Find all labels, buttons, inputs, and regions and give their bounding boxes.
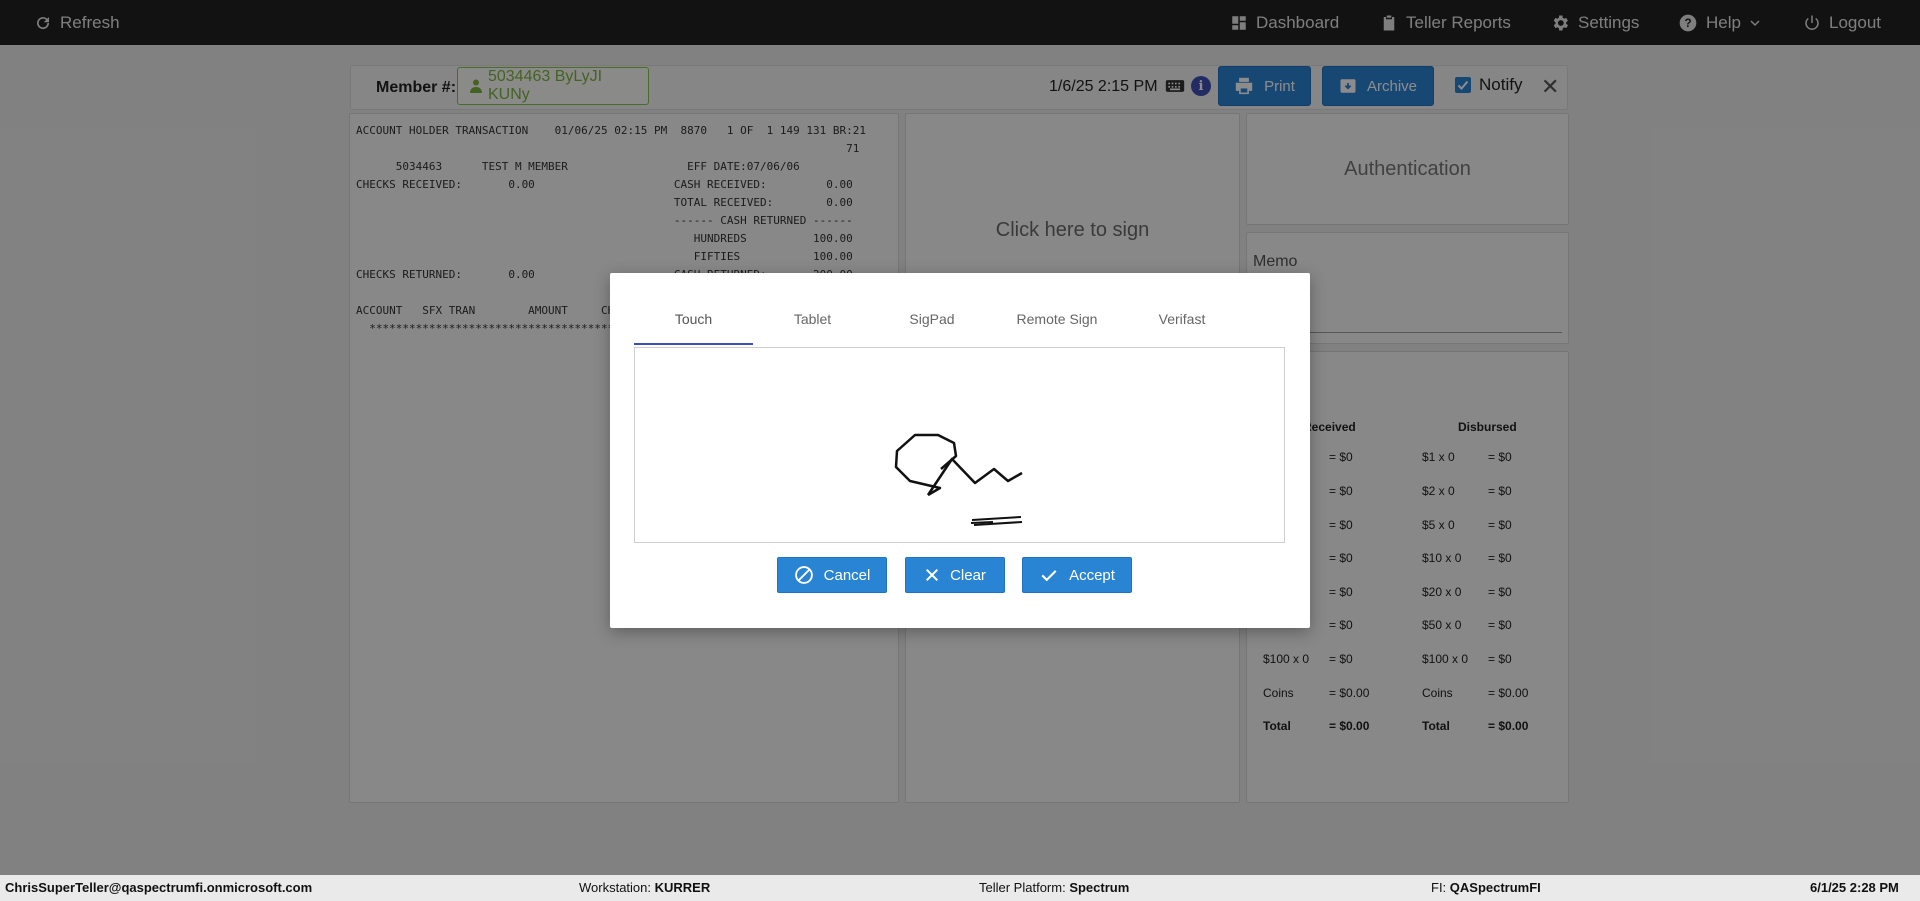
workstation-value: KURRER (654, 880, 711, 895)
accept-button[interactable]: Accept (1022, 557, 1132, 593)
footer-fi: FI: QASpectrumFI (1431, 880, 1541, 895)
signature-canvas[interactable] (634, 347, 1285, 543)
signature-dialog: Touch Tablet SigPad Remote Sign Verifast… (610, 273, 1310, 628)
footer-workstation: Workstation: KURRER (579, 880, 710, 895)
tab-remote-sign[interactable]: Remote Sign (992, 311, 1122, 327)
clear-label: Clear (950, 566, 986, 584)
active-tab-indicator (634, 343, 753, 345)
tab-touch[interactable]: Touch (634, 311, 753, 327)
footer-user: ChrisSuperTeller@qaspectrumfi.onmicrosof… (5, 880, 313, 895)
fi-value: QASpectrumFI (1449, 880, 1541, 895)
tab-tablet[interactable]: Tablet (753, 311, 872, 327)
cancel-label: Cancel (823, 566, 871, 584)
status-footer: ChrisSuperTeller@qaspectrumfi.onmicrosof… (0, 875, 1920, 901)
platform-label: Teller Platform: (979, 880, 1070, 895)
check-icon (1041, 570, 1057, 582)
platform-value: Spectrum (1069, 880, 1130, 895)
signature-stroke (894, 433, 1023, 526)
footer-platform: Teller Platform: Spectrum (979, 880, 1129, 895)
cancel-button[interactable]: Cancel (777, 557, 887, 593)
close-icon (926, 568, 939, 582)
fi-label: FI: (1431, 880, 1450, 895)
workstation-label: Workstation: (579, 880, 655, 895)
accept-label: Accept (1069, 566, 1115, 584)
cancel-icon (794, 566, 813, 584)
footer-date: 6/1/25 2:28 PM (1810, 880, 1899, 895)
tab-verifast[interactable]: Verifast (1122, 311, 1242, 327)
clear-button[interactable]: Clear (905, 557, 1005, 593)
tab-sigpad[interactable]: SigPad (872, 311, 992, 327)
